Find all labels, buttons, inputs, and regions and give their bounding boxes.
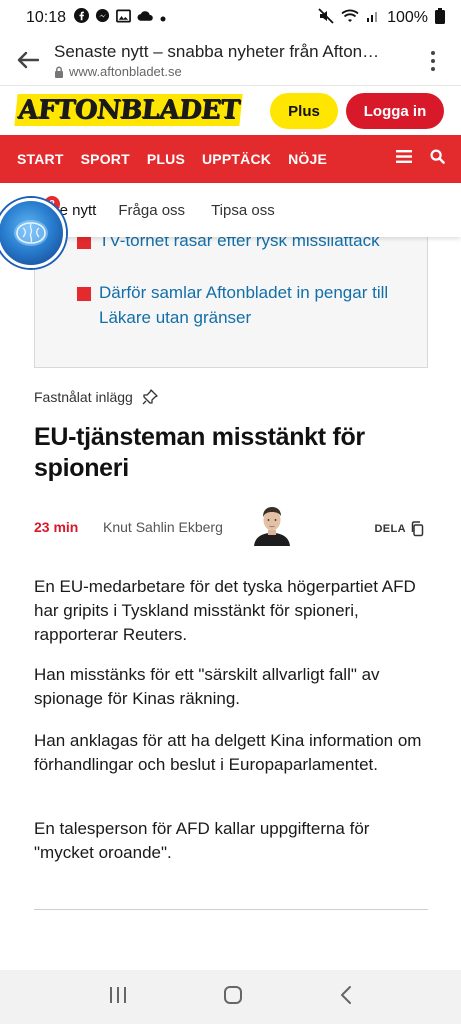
- pinned-label-row: Fastnålat inlägg: [34, 388, 159, 406]
- system-back-button[interactable]: [339, 985, 353, 1010]
- article-paragraph: En EU-medarbetare för det tyska högerpar…: [34, 577, 416, 644]
- home-icon: [224, 985, 243, 1004]
- wifi-icon: [341, 9, 359, 28]
- nav-item-start[interactable]: START: [17, 151, 64, 167]
- cloud-icon: [137, 9, 154, 27]
- pin-icon: [142, 389, 158, 405]
- share-label: DELA: [374, 523, 406, 535]
- dot: [431, 67, 435, 71]
- lock-icon: [55, 66, 63, 78]
- plus-button[interactable]: Plus: [270, 93, 338, 129]
- time-ago: 23 min: [34, 519, 79, 535]
- url-bar[interactable]: www.aftonbladet.se: [54, 64, 182, 79]
- search-icon[interactable]: [430, 149, 445, 169]
- copy-icon: [411, 521, 424, 537]
- dot: [431, 51, 435, 55]
- home-button[interactable]: [223, 985, 243, 1010]
- back-button[interactable]: [14, 46, 42, 74]
- recent-apps-button[interactable]: [108, 986, 128, 1009]
- red-square-icon: [77, 287, 91, 301]
- related-link-2[interactable]: Därför samlar Aftonbladet in pengar till…: [99, 280, 419, 330]
- browser-bar: Senaste nytt – snabba nyheter från Afton…: [0, 36, 461, 86]
- brain-icon: [14, 220, 48, 246]
- share-button[interactable]: DELA: [374, 521, 424, 537]
- url-text: www.aftonbladet.se: [69, 64, 182, 79]
- messenger-icon: [95, 8, 110, 28]
- nav-item-plus[interactable]: PLUS: [147, 151, 185, 167]
- system-nav-bar: [0, 970, 461, 1024]
- login-button[interactable]: Logga in: [346, 93, 444, 129]
- nav-icons: [396, 149, 445, 169]
- main-nav: START SPORT PLUS UPPTÄCK NÖJE: [0, 135, 461, 183]
- article-meta: 23 min Knut Sahlin Ekberg DELA: [34, 507, 428, 548]
- dot: [431, 59, 435, 63]
- hamburger-menu-icon[interactable]: [396, 150, 412, 168]
- article-paragraph: En talesperson för AFD kallar uppgiftern…: [34, 819, 370, 862]
- site-header: AFTONBLADET Plus Logga in: [0, 87, 461, 135]
- gallery-icon: [116, 9, 131, 28]
- pinned-label: Fastnålat inlägg: [34, 389, 133, 405]
- dot-icon: [160, 9, 166, 27]
- article-paragraph: Han anklagas för att ha delgett Kina inf…: [34, 731, 422, 774]
- chevron-left-icon: [341, 985, 352, 1004]
- nav-item-sport[interactable]: SPORT: [81, 151, 130, 167]
- browser-menu-button[interactable]: [423, 48, 443, 74]
- article-paragraph: Han misstänks för ett "särskilt allvarli…: [34, 665, 380, 708]
- author-avatar[interactable]: [252, 502, 292, 546]
- signal-icon: [366, 9, 380, 28]
- battery-icon: [435, 7, 445, 29]
- notification-icons: [74, 8, 166, 28]
- sub-tabs: ste nytt Fråga oss Tipsa oss: [0, 183, 461, 237]
- tab-tipsa-oss[interactable]: Tipsa oss: [211, 202, 275, 219]
- facebook-icon: [74, 8, 90, 28]
- status-time: 10:18: [26, 9, 67, 26]
- tab-fraga-oss[interactable]: Fråga oss: [118, 202, 185, 219]
- article-headline: EU-tjänsteman misstänkt för spioneri: [34, 423, 365, 482]
- aftonbladet-logo[interactable]: AFTONBLADET: [14, 94, 243, 126]
- page-title[interactable]: Senaste nytt – snabba nyheter från Afton…: [54, 42, 399, 62]
- nav-item-noje[interactable]: NÖJE: [288, 151, 327, 167]
- status-bar: 10:18 100%: [0, 0, 461, 36]
- status-right: 100%: [318, 7, 445, 29]
- battery-label: 100%: [387, 9, 428, 26]
- nav-item-upptack[interactable]: UPPTÄCK: [202, 151, 271, 167]
- author-name[interactable]: Knut Sahlin Ekberg: [103, 519, 223, 535]
- red-square-icon: [77, 235, 91, 249]
- mute-icon: [318, 7, 334, 29]
- divider: [34, 909, 428, 910]
- arrow-left-icon: [17, 51, 39, 69]
- recents-icon: [109, 986, 126, 1003]
